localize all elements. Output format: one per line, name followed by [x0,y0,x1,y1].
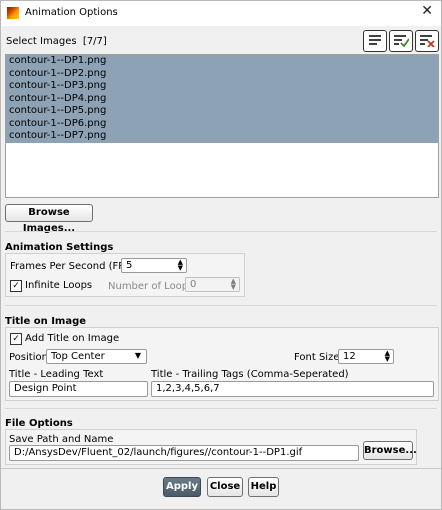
animation-options-dialog: Animation Options ✕ Select Images [7/7] [0,0,442,510]
position-label: Position [9,352,48,363]
deselect-all-button[interactable] [415,30,439,52]
apply-button[interactable]: Apply [163,477,201,497]
close-button[interactable]: Close [207,477,243,497]
list-item[interactable]: contour-1--DP6.png [6,117,438,130]
list-item[interactable]: contour-1--DP7.png [6,130,438,143]
position-dropdown[interactable]: Top Center ▼ [46,349,147,364]
list-item[interactable]: contour-1--DP3.png [6,80,438,93]
select-images-label: Select Images [7/7] [6,36,107,47]
leading-text-input[interactable]: Design Point [9,381,148,397]
deselect-icon [420,35,435,47]
save-path-input[interactable]: D:/AnsysDev/Fluent_02/launch/figures//co… [9,445,359,461]
close-window-icon[interactable]: ✕ [421,3,433,19]
leading-text-label: Title - Leading Text [9,369,104,380]
browse-file-button[interactable]: Browse... [363,441,417,460]
list-item[interactable]: contour-1--DP5.png [6,105,438,118]
divider [5,408,437,409]
chevron-down-icon: ▼ [134,351,141,360]
number-of-loops-spinner: 0 ▲ ▼ [185,277,240,292]
fps-spinner[interactable]: 5 ▲ ▼ [121,258,187,273]
infinite-loops-checkbox[interactable]: ✓ [10,280,22,292]
save-path-label: Save Path and Name [9,434,114,445]
spinner-arrows-icon[interactable]: ▲ ▼ [385,350,390,363]
title-on-image-heading: Title on Image [5,316,87,327]
font-size-spinner[interactable]: 12 ▲ ▼ [338,349,394,364]
divider [5,305,437,306]
trailing-tags-label: Title - Trailing Tags (Comma-Seperated) [151,369,349,380]
help-button[interactable]: Help [248,477,279,497]
list-icon [369,35,381,45]
list-item[interactable]: contour-1--DP2.png [6,67,438,80]
browse-images-button[interactable]: Browse Images... [5,204,93,234]
select-all-icon [394,35,409,47]
trailing-tags-input[interactable]: 1,2,3,4,5,6,7 [151,381,434,397]
window-title: Animation Options [25,7,118,18]
title-bar: Animation Options ✕ [1,1,441,26]
fps-label: Frames Per Second (FPS) [10,261,135,272]
animation-settings-heading: Animation Settings [5,242,114,253]
add-title-label: Add Title on Image [25,333,120,344]
list-item[interactable]: contour-1--DP4.png [6,92,438,105]
number-of-loops-label: Number of Loops [108,281,194,292]
select-images-count: [7/7] [82,36,107,47]
font-size-label: Font Size [294,352,340,363]
image-listbox[interactable]: contour-1--DP1.png contour-1--DP2.png co… [5,54,439,198]
spinner-arrows-icon: ▲ ▼ [230,277,236,291]
select-all-button[interactable] [389,30,413,52]
app-icon [7,7,19,19]
add-title-checkbox[interactable]: ✓ [10,333,22,345]
infinite-loops-label: Infinite Loops [25,280,93,291]
list-item[interactable]: contour-1--DP1.png [6,55,438,68]
footer-divider [1,468,441,469]
file-options-heading: File Options [5,418,73,429]
list-view-button[interactable] [363,30,387,52]
spinner-arrows-icon[interactable]: ▲ ▼ [178,259,183,272]
divider [5,231,437,232]
